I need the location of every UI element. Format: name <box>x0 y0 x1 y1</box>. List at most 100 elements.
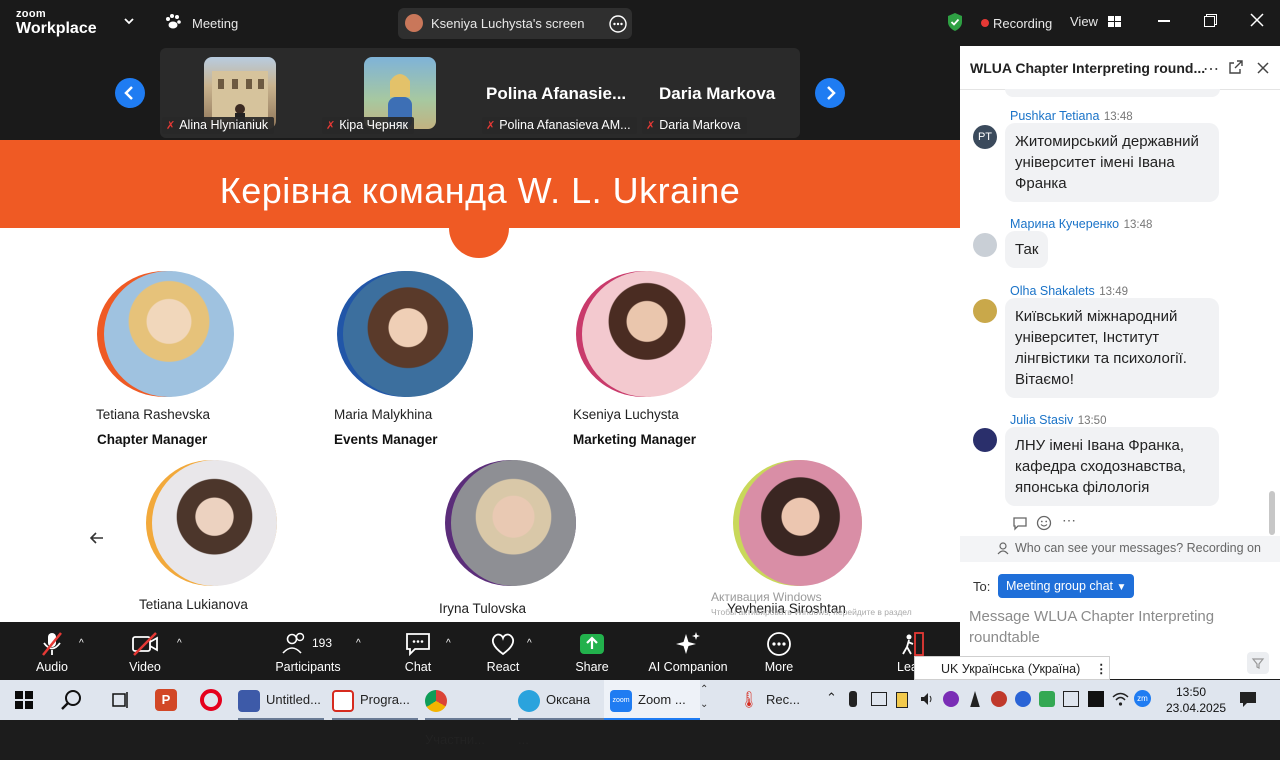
chat-options-caret[interactable]: ^ <box>446 638 451 649</box>
tray-app-icon[interactable] <box>991 691 1007 707</box>
avatar[interactable] <box>973 299 997 323</box>
clock-time: 13:50 <box>1175 685 1207 699</box>
shield-icon[interactable] <box>946 12 964 37</box>
sender-name[interactable]: Марина Кучеренко <box>1010 217 1119 231</box>
more-options-icon[interactable] <box>609 15 627 38</box>
recipient-select[interactable]: Meeting group chat ▼ <box>998 574 1135 598</box>
taskbar-app[interactable]: Участни... <box>425 680 511 747</box>
mic-muted-icon: ✗ <box>326 120 336 132</box>
participant-name: Polina Afanasieva AM... <box>499 118 631 132</box>
audio-button[interactable]: Audio <box>30 630 74 674</box>
powerpoint-icon[interactable]: P <box>155 689 177 711</box>
emoji-icon[interactable] <box>1036 515 1052 536</box>
meeting-menu[interactable]: Meeting <box>192 16 238 31</box>
chat-message: Київський міжнародний університет, Інсти… <box>1005 298 1219 398</box>
ai-companion-button[interactable]: AI Companion <box>643 630 733 674</box>
windows-taskbar: P Untitled... Progra... Участни... Оксан… <box>0 680 1280 747</box>
person-role: Events Manager <box>334 432 438 447</box>
chat-message: Так <box>1005 231 1049 268</box>
close-window-button[interactable] <box>1250 13 1264 32</box>
tray-app-icon[interactable] <box>1015 691 1031 707</box>
camera-tray-icon[interactable] <box>871 692 887 706</box>
ai-companion-label: AI Companion <box>648 660 728 674</box>
participant-name: Daria Markova <box>659 118 741 132</box>
nvidia-icon[interactable] <box>1088 691 1104 707</box>
opera-icon[interactable] <box>200 689 222 711</box>
react-options-caret[interactable]: ^ <box>527 638 532 649</box>
view-menu[interactable]: View <box>1070 14 1121 30</box>
video-button[interactable]: Video <box>123 630 167 674</box>
viber-icon[interactable] <box>943 691 959 707</box>
popout-icon[interactable] <box>1229 60 1243 79</box>
chat-button[interactable]: Chat <box>396 630 440 674</box>
message-time: 13:49 <box>1099 286 1129 298</box>
participant-tile-name[interactable]: Daria Markova <box>659 84 775 104</box>
avatar[interactable] <box>973 428 997 452</box>
sender-name[interactable]: Olha Shakalets <box>1010 284 1095 298</box>
message-input[interactable]: Message WLUA Chapter Interpreting roundt… <box>969 606 1239 648</box>
wifi-icon[interactable] <box>1112 691 1129 712</box>
taskbar-app[interactable]: 🌡 Rec... <box>738 680 808 720</box>
clock[interactable]: 13:50 23.04.2025 <box>1166 684 1226 716</box>
taskbar-app[interactable]: Progra... <box>332 680 418 720</box>
notification-icon[interactable] <box>1239 691 1257 713</box>
telegram-icon <box>518 689 540 712</box>
speaker-icon[interactable] <box>919 691 935 712</box>
reply-icon[interactable] <box>1012 515 1028 536</box>
video-off-icon <box>123 630 167 660</box>
shared-screen-indicator[interactable]: Kseniya Luchysta's screen <box>398 8 632 39</box>
taskbar-app[interactable]: Untitled... <box>238 680 324 720</box>
windows-start-icon[interactable] <box>15 691 33 714</box>
filmstrip-next-button[interactable] <box>815 78 845 108</box>
video-options-caret[interactable]: ^ <box>177 638 182 649</box>
sender-name[interactable]: Julia Stasiv <box>1010 413 1073 427</box>
participants-label: Participants <box>275 660 341 674</box>
slide-title: Керівна команда W. L. Ukraine <box>219 170 741 211</box>
person-photo <box>104 271 234 397</box>
recording-status[interactable]: Recording <box>993 16 1052 31</box>
arrow-left-icon[interactable] <box>89 531 104 549</box>
thermometer-icon: 🌡 <box>738 689 760 712</box>
chat-scrollbar[interactable] <box>1269 491 1275 535</box>
person-photo <box>582 271 712 397</box>
search-icon[interactable] <box>60 689 82 716</box>
chat-more-button[interactable]: ⋯ <box>1203 59 1220 79</box>
language-indicator[interactable]: UK Українська (Україна) ⋮ <box>914 656 1110 680</box>
task-view-icon[interactable] <box>110 690 130 715</box>
tray-app-icon[interactable] <box>970 691 980 707</box>
taskbar-app[interactable]: Оксана ... <box>518 680 604 747</box>
participant-name-tag: ✗ Alina Hlynianiuk <box>162 117 275 134</box>
restore-button[interactable] <box>1204 14 1217 32</box>
visibility-note[interactable]: Who can see your messages? Recording on <box>1015 541 1261 555</box>
message-more-icon[interactable]: ⋯ <box>1062 512 1076 529</box>
sender-name[interactable]: Pushkar Tetiana <box>1010 109 1099 123</box>
participants-icon: 193 <box>272 630 344 660</box>
participants-options-caret[interactable]: ^ <box>356 638 361 649</box>
heart-icon <box>481 630 525 660</box>
battery-icon[interactable] <box>896 692 908 708</box>
filter-icon <box>1251 658 1265 669</box>
tray-app-icon[interactable] <box>1039 691 1055 707</box>
taskbar-overflow[interactable]: ⌃ ⌄ <box>700 682 708 712</box>
audio-options-caret[interactable]: ^ <box>79 638 84 649</box>
avatar[interactable]: PT <box>973 125 997 149</box>
paw-icon[interactable] <box>164 13 182 36</box>
mic-muted-icon: ✗ <box>646 120 656 132</box>
chevron-down-icon[interactable] <box>123 14 135 32</box>
participants-button[interactable]: 193 Participants <box>272 630 344 674</box>
taskbar-app[interactable]: zoom Zoom ... <box>604 680 700 720</box>
participant-tile-name[interactable]: Polina Afanasie... <box>486 84 626 104</box>
filmstrip-prev-button[interactable] <box>115 78 145 108</box>
tray-expand-icon[interactable]: ⌃ <box>826 690 837 706</box>
close-chat-button[interactable] <box>1257 61 1269 79</box>
mic-tray-icon[interactable] <box>849 691 857 707</box>
react-button[interactable]: React <box>481 630 525 674</box>
react-label: React <box>486 660 520 674</box>
more-button[interactable]: More <box>757 630 801 674</box>
avatar[interactable] <box>973 233 997 257</box>
minimize-button[interactable] <box>1158 20 1170 22</box>
send-button[interactable] <box>1247 652 1269 674</box>
zoom-tray-icon[interactable]: zm <box>1134 690 1151 707</box>
share-button[interactable]: Share <box>570 630 614 674</box>
tray-app-icon[interactable] <box>1063 691 1079 707</box>
